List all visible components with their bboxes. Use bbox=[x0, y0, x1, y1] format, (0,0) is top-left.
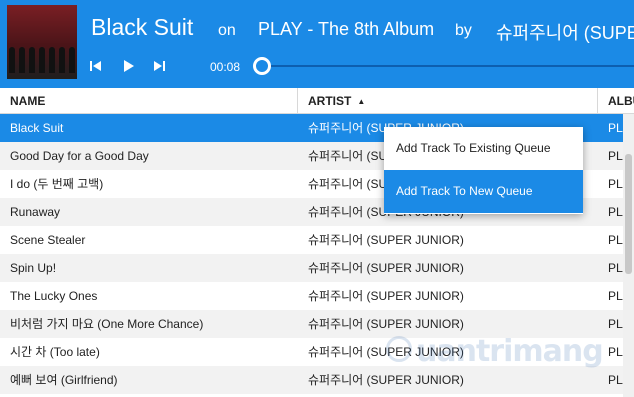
track-name-cell: 시간 차 (Too late) bbox=[10, 345, 100, 359]
track-name-cell: Runaway bbox=[10, 205, 61, 219]
column-header-name[interactable]: NAME bbox=[0, 88, 298, 114]
now-playing-bar: Black Suit on PLAY - The 8th Album by 슈퍼… bbox=[0, 0, 634, 88]
track-name-cell: Good Day for a Good Day bbox=[10, 149, 149, 163]
column-header-artist[interactable]: ARTIST ▲ bbox=[298, 88, 598, 114]
watermark-logo: uantrimang bbox=[380, 330, 610, 380]
track-artist-cell: 슈퍼주니어 (SUPER JUNIOR) bbox=[308, 233, 464, 247]
watermark-ring-icon bbox=[386, 336, 412, 362]
skip-next-icon[interactable] bbox=[150, 57, 168, 75]
track-table-header: NAME ARTIST▲ ALBUM bbox=[0, 88, 634, 114]
menu-item-add-new-queue[interactable]: Add Track To New Queue bbox=[384, 170, 583, 213]
menu-item-add-existing-queue[interactable]: Add Track To Existing Queue bbox=[384, 127, 583, 170]
now-playing-artist[interactable]: 슈퍼주니어 (SUPER JUNIOR) bbox=[496, 19, 634, 45]
scrollbar-thumb[interactable] bbox=[625, 154, 632, 274]
now-playing-title[interactable]: Black Suit bbox=[91, 14, 193, 41]
now-playing-album[interactable]: PLAY - The 8th Album bbox=[258, 19, 434, 40]
now-playing-on-label: on bbox=[218, 22, 236, 39]
track-name-cell: 비처럼 가지 마요 (One More Chance) bbox=[10, 317, 204, 331]
skip-previous-icon[interactable] bbox=[87, 57, 105, 75]
album-cover-figures bbox=[7, 47, 77, 73]
column-header-album[interactable]: ALBUM bbox=[598, 88, 634, 114]
table-row[interactable]: The Lucky Ones슈퍼주니어 (SUPER JUNIOR)PLAY -… bbox=[0, 282, 634, 310]
play-icon[interactable] bbox=[119, 57, 137, 75]
sort-ascending-icon: ▲ bbox=[357, 97, 366, 106]
track-artist-cell: 슈퍼주니어 (SUPER JUNIOR) bbox=[308, 289, 464, 303]
track-name-cell: 예뻐 보여 (Girlfriend) bbox=[10, 373, 118, 387]
track-name-cell: The Lucky Ones bbox=[10, 289, 98, 303]
table-row[interactable]: Scene Stealer슈퍼주니어 (SUPER JUNIOR)PLAY - … bbox=[0, 226, 634, 254]
track-name-cell: I do (두 번째 고백) bbox=[10, 177, 104, 191]
seek-bar-thumb[interactable] bbox=[253, 57, 271, 75]
track-artist-cell: 슈퍼주니어 (SUPER JUNIOR) bbox=[308, 261, 464, 275]
seek-bar-track[interactable] bbox=[262, 65, 634, 67]
track-name-cell: Spin Up! bbox=[10, 261, 57, 275]
table-row[interactable]: Spin Up!슈퍼주니어 (SUPER JUNIOR)PLAY - The 8… bbox=[0, 254, 634, 282]
track-context-menu: Add Track To Existing Queue Add Track To… bbox=[384, 127, 583, 214]
now-playing-by-label: by bbox=[455, 22, 472, 39]
track-name-cell: Scene Stealer bbox=[10, 233, 86, 247]
track-name-cell: Black Suit bbox=[10, 121, 64, 135]
vertical-scrollbar[interactable] bbox=[623, 114, 634, 397]
album-cover[interactable] bbox=[7, 5, 77, 79]
elapsed-time: 00:08 bbox=[210, 60, 241, 74]
